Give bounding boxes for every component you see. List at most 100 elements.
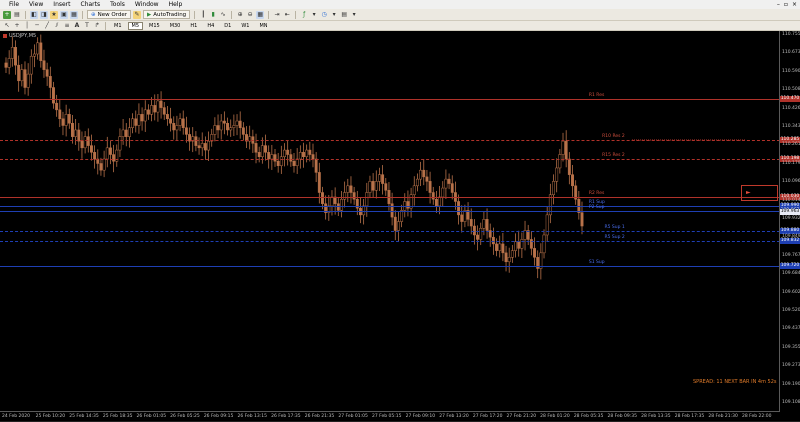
candle-body	[469, 219, 473, 227]
strategy-tester-icon[interactable]: ▦	[70, 10, 78, 19]
chart-shift-icon[interactable]: ⇤	[283, 11, 291, 19]
pivot-level-line[interactable]	[0, 241, 780, 243]
profiles-icon[interactable]: ▤	[13, 11, 21, 19]
candle-body	[510, 250, 514, 258]
metaeditor-icon[interactable]: ✎	[132, 10, 141, 19]
trendline-icon[interactable]: ╱	[43, 22, 51, 30]
candle-body	[321, 192, 324, 204]
pivot-level-line[interactable]	[0, 230, 780, 232]
candle-body	[396, 221, 400, 231]
candle-body	[55, 102, 59, 111]
spread-status-text: SPREAD: 11 NEXT BAR IN 4m 52s	[693, 379, 777, 385]
timeframe-m1[interactable]: M1	[110, 22, 126, 30]
bar-chart-icon[interactable]: ┃	[199, 11, 207, 19]
time-axis-label: 25 Feb 18:35	[102, 414, 133, 419]
cursor-icon[interactable]: ↖	[3, 22, 11, 30]
pivot-level-line[interactable]	[0, 211, 780, 213]
timeframe-d1[interactable]: D1	[220, 22, 235, 30]
menu-tools[interactable]: Tools	[105, 0, 130, 9]
pivot-level-line[interactable]	[0, 196, 780, 198]
candle-body	[213, 125, 217, 135]
restore-icon[interactable]: ▫	[784, 0, 788, 9]
new-order-icon: ⊕	[91, 11, 96, 18]
candlestick-icon[interactable]: ▮	[209, 11, 217, 19]
text-label-icon[interactable]: T	[83, 22, 91, 30]
line-chart-icon[interactable]: ∿	[219, 11, 227, 19]
price-axis-label: 110.673	[782, 50, 800, 56]
candle-body	[150, 105, 154, 115]
time-axis-label: 26 Feb 21:35	[304, 414, 335, 419]
text-tool-icon[interactable]: A	[73, 22, 81, 30]
candle-body	[83, 136, 87, 149]
candle-body	[400, 210, 404, 222]
new-chart-icon[interactable]: +	[3, 10, 11, 19]
price-axis-label: 110.755	[782, 32, 800, 37]
menu-help[interactable]: Help	[164, 0, 188, 9]
candle-body	[90, 145, 93, 153]
price-axis-label: 109.849	[782, 234, 800, 240]
timeframe-m5[interactable]: M5	[127, 21, 143, 30]
templates-dropdown-icon[interactable]: ▾	[350, 11, 358, 19]
autotrading-button[interactable]: ▶ AutoTrading	[142, 10, 191, 19]
timeframe-mn[interactable]: MN	[255, 22, 271, 30]
timeframe-w1[interactable]: W1	[237, 22, 253, 30]
new-order-button[interactable]: ⊕ New Order	[87, 10, 131, 19]
horizontal-line-icon[interactable]: ─	[33, 22, 41, 30]
terminal-icon[interactable]: ▣	[60, 10, 68, 19]
pivot-level-line[interactable]	[0, 159, 780, 161]
timeframe-h1[interactable]: H1	[186, 22, 201, 30]
pivot-level-line[interactable]	[0, 140, 780, 141]
market-watch-icon[interactable]: ◧	[30, 10, 38, 19]
price-axis-label: 109.602	[782, 289, 800, 295]
periods-dropdown-icon[interactable]: ▾	[330, 11, 338, 19]
indicators-icon[interactable]: ƒ	[300, 11, 308, 19]
menu-charts[interactable]: Charts	[76, 0, 106, 9]
menu-window[interactable]: Window	[130, 0, 164, 9]
fibonacci-icon[interactable]: ≡	[63, 22, 71, 30]
candle-body	[561, 140, 565, 155]
candle-body	[517, 241, 521, 249]
menu-view[interactable]: View	[24, 0, 48, 9]
time-axis-label: 24 Feb 2020	[2, 414, 31, 419]
candle-body	[444, 178, 448, 189]
candle-body	[222, 120, 226, 124]
pivot-level-line[interactable]	[0, 205, 780, 207]
timeframe-m30[interactable]: M30	[166, 22, 185, 30]
minimize-icon[interactable]: –	[777, 0, 780, 9]
crosshair-icon[interactable]: +	[13, 22, 21, 30]
candle-body	[58, 109, 62, 120]
tile-windows-icon[interactable]: ▦	[256, 10, 265, 19]
time-axis-border	[0, 411, 780, 412]
toolbar-separator	[268, 10, 270, 19]
candle-body	[124, 129, 128, 137]
candle-body	[434, 198, 438, 207]
candle-body	[428, 181, 432, 193]
zoom-out-icon[interactable]: ⊖	[246, 11, 254, 19]
candle-body	[533, 248, 536, 258]
pivot-level-line[interactable]	[0, 98, 780, 100]
indicators-dropdown-icon[interactable]: ▾	[310, 11, 318, 19]
pivot-level-label: R5 Sup 2	[604, 235, 625, 241]
time-axis-label: 26 Feb 17:35	[271, 414, 301, 419]
equidistant-channel-icon[interactable]: ⫽	[53, 22, 61, 30]
close-icon[interactable]: ×	[792, 0, 797, 9]
candle-body	[264, 145, 267, 153]
arrows-icon[interactable]: ↱	[93, 22, 101, 30]
navigator-icon[interactable]: ★	[50, 10, 58, 19]
data-window-icon[interactable]: ◨	[40, 10, 48, 19]
menu-insert[interactable]: Insert	[48, 0, 75, 9]
templates-icon[interactable]: ▤	[340, 11, 348, 19]
time-axis-label: 28 Feb 17:35	[674, 414, 705, 419]
zoom-in-icon[interactable]: ⊕	[236, 11, 244, 19]
candle-body	[523, 230, 527, 240]
pivot-level-line[interactable]	[0, 266, 780, 268]
candle-body	[203, 143, 207, 151]
timeframe-h4[interactable]: H4	[203, 22, 218, 30]
auto-scroll-icon[interactable]: ⇥	[273, 11, 281, 19]
candle-body	[108, 147, 112, 155]
vertical-line-icon[interactable]: │	[23, 22, 31, 30]
menu-file[interactable]: File	[4, 0, 24, 9]
timeframe-m15[interactable]: M15	[145, 22, 164, 30]
chart-window[interactable]: USDJPY,M5 R1 Res 110.470 R10 Res 2 110.285 R…	[0, 31, 800, 422]
periods-icon[interactable]: ◷	[320, 11, 328, 19]
